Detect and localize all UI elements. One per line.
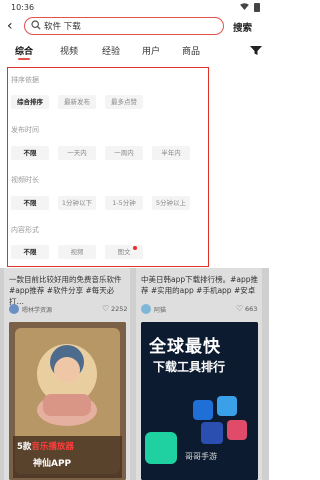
time-option-one-day[interactable]: 一天内 — [58, 146, 96, 160]
card-cover-image: 5款音乐播放器 神仙APP — [9, 322, 126, 480]
content-option-image-text[interactable]: 图文 — [105, 245, 143, 259]
filter-icon[interactable] — [250, 45, 262, 55]
filter-panel: 排序依据 综合排序 最新发布 最多点赞 发布时间 不限 一天内 一周内 半年内 … — [7, 67, 209, 267]
duration-section-title: 视频时长 — [11, 176, 39, 184]
time-option-any[interactable]: 不限 — [11, 146, 49, 160]
sort-section-title: 排序依据 — [11, 76, 39, 84]
cover-brand: 哥哥手游 — [185, 452, 217, 461]
duration-option-any[interactable]: 不限 — [11, 196, 49, 210]
tab-all[interactable]: 综合 — [15, 44, 33, 57]
feed-card[interactable]: 一款目前比较好用的免费音乐软件 #app推荐 #软件分享 #每天必打… 嗯林学资… — [4, 268, 130, 480]
tab-experience[interactable]: 经验 — [102, 44, 120, 57]
search-input[interactable]: 软件 下载 — [24, 17, 224, 35]
tab-video[interactable]: 视频 — [60, 44, 78, 57]
new-badge-dot — [133, 246, 137, 250]
duration-option-over-5min[interactable]: 5分钟以上 — [152, 196, 190, 210]
cover-title: 5款音乐播放器 — [17, 442, 74, 452]
time-option-one-week[interactable]: 一周内 — [105, 146, 143, 160]
card-likes: 663 — [245, 305, 258, 313]
cover-subtitle: 下载工具排行 — [153, 360, 226, 374]
heart-icon[interactable]: ♡ — [102, 304, 109, 313]
card-title: 中美日韩app下载排行榜。#app推荐 #实用的app #手机app #安卓 — [141, 275, 259, 295]
back-arrow-icon[interactable]: ‹ — [7, 18, 13, 34]
avatar — [141, 304, 151, 314]
search-query-text: 软件 下载 — [44, 22, 81, 32]
status-time: 10:36 — [11, 3, 35, 12]
battery-icon — [254, 3, 260, 12]
sort-option-latest[interactable]: 最新发布 — [58, 95, 96, 109]
publish-time-section-title: 发布时间 — [11, 126, 39, 134]
search-icon — [31, 20, 41, 30]
heart-icon[interactable]: ♡ — [236, 304, 243, 313]
avatar — [9, 304, 19, 314]
search-bar-row: ‹ 软件 下载 搜索 — [0, 14, 269, 40]
content-option-any[interactable]: 不限 — [11, 245, 49, 259]
content-option-video[interactable]: 视频 — [58, 245, 96, 259]
card-title: 一款目前比较好用的免费音乐软件 #app推荐 #软件分享 #每天必打… — [9, 275, 122, 306]
active-tab-indicator — [18, 58, 30, 60]
tab-users[interactable]: 用户 — [142, 44, 160, 57]
card-author: 嗯林学资源 — [22, 307, 53, 314]
card-cover-image: 全球最快 下载工具排行 哥哥手游 — [141, 322, 258, 480]
wifi-icon — [240, 3, 249, 10]
sort-option-most-liked[interactable]: 最多点赞 — [105, 95, 143, 109]
duration-option-1-5min[interactable]: 1-5分钟 — [105, 196, 143, 210]
card-author: 阿猫 — [154, 307, 167, 314]
cover-title: 全球最快 — [149, 337, 221, 357]
sort-option-comprehensive[interactable]: 综合排序 — [11, 95, 49, 109]
tab-products[interactable]: 商品 — [182, 44, 200, 57]
duration-option-under-1min[interactable]: 1分钟以下 — [58, 196, 96, 210]
card-likes: 2252 — [111, 305, 128, 313]
content-type-section-title: 内容形式 — [11, 226, 39, 234]
result-tabs: 综合 视频 经验 用户 商品 — [0, 40, 269, 62]
feed-card[interactable]: 中美日韩app下载排行榜。#app推荐 #实用的app #手机app #安卓 阿… — [136, 268, 262, 480]
cover-subtitle: 神仙APP — [33, 459, 72, 469]
search-button[interactable]: 搜索 — [233, 20, 252, 34]
results-feed: 一款目前比较好用的免费音乐软件 #app推荐 #软件分享 #每天必打… 嗯林学资… — [0, 268, 269, 480]
time-option-half-year[interactable]: 半年内 — [152, 146, 190, 160]
